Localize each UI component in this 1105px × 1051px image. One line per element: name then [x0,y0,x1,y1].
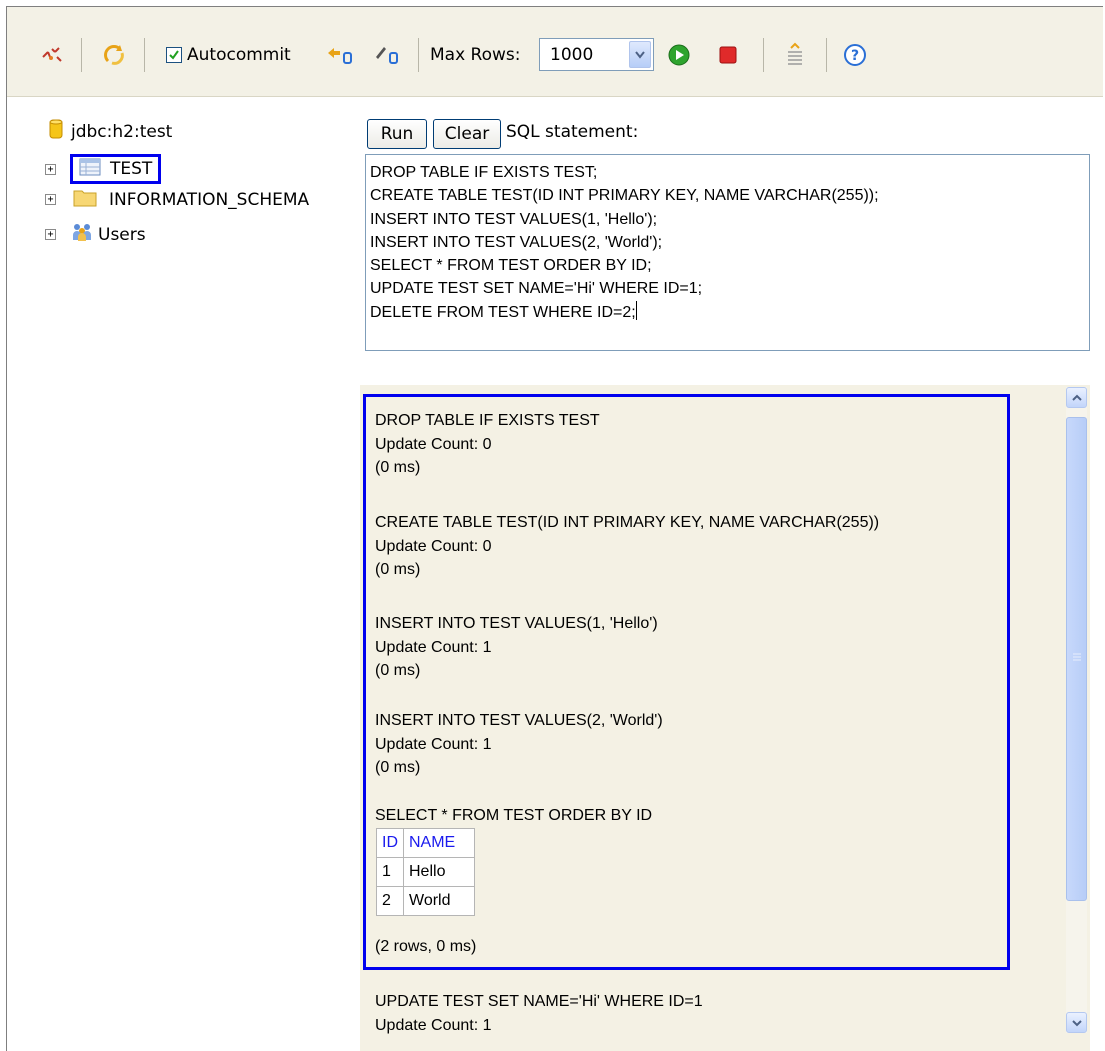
result-statement: INSERT INTO TEST VALUES(1, 'Hello') [375,615,658,632]
sql-line: CREATE TABLE TEST(ID INT PRIMARY KEY, NA… [370,187,879,205]
table-row: 2 World [376,886,475,916]
result-block: CREATE TABLE TEST(ID INT PRIMARY KEY, NA… [375,511,879,582]
tree-item-label: Users [98,224,146,245]
sql-line: UPDATE TEST SET NAME='Hi' WHERE ID=1; [370,280,703,298]
sql-line: SELECT * FROM TEST ORDER BY ID; [370,257,652,275]
tree-item-information-schema[interactable]: + INFORMATION_SCHEMA [45,187,309,212]
scroll-thumb[interactable] [1066,417,1087,901]
result-count: Update Count: 0 [375,537,492,555]
table-icon [79,158,101,181]
chevron-down-icon[interactable] [629,41,651,68]
svg-text:?: ? [851,48,859,64]
clear-button[interactable]: Clear [433,119,501,149]
help-icon[interactable]: ? [843,43,867,67]
commit-icon[interactable] [372,43,402,67]
autocommit-toggle[interactable]: Autocommit [166,43,291,67]
toolbar-separator [763,38,764,72]
text-caret [635,300,637,320]
column-header[interactable]: NAME [403,828,475,858]
sql-line: DROP TABLE IF EXISTS TEST; [370,164,598,181]
tree-connection[interactable]: jdbc:h2:test [49,118,172,145]
column-header[interactable]: ID [376,828,404,858]
table-cell: 1 [376,857,404,887]
result-count: Update Count: 1 [375,638,492,656]
max-rows-label: Max Rows: [430,43,521,67]
toolbar-separator [418,38,419,72]
sql-editor[interactable]: DROP TABLE IF EXISTS TEST; CREATE TABLE T… [365,154,1090,351]
tree-item-label: INFORMATION_SCHEMA [109,189,310,210]
table-row: 1 Hello [376,857,475,887]
select-statement: SELECT * FROM TEST ORDER BY ID [375,807,653,824]
table-cell: 2 [376,886,404,916]
tree-item-test[interactable]: + TEST [45,154,162,184]
result-block: UPDATE TEST SET NAME='Hi' WHERE ID=1 Upda… [375,990,703,1037]
result-block: DROP TABLE IF EXISTS TEST Update Count: 0… [375,409,600,480]
tree-item-users[interactable]: + Users [45,222,146,247]
result-statement: INSERT INTO TEST VALUES(2, 'World') [375,712,663,729]
result-time: (0 ms) [375,459,421,476]
connection-label: jdbc:h2:test [71,121,173,142]
result-count: Update Count: 1 [375,735,492,753]
expand-icon[interactable]: + [45,194,56,205]
result-time: (0 ms) [375,561,421,578]
scroll-down-icon[interactable] [1066,1012,1087,1033]
tree-item-test-highlight: TEST [70,154,162,184]
auto-complete-icon[interactable] [784,42,806,67]
expand-icon[interactable]: + [45,163,56,175]
folder-icon [73,187,97,212]
result-scrollbar[interactable] [1066,387,1087,1033]
autocommit-label: Autocommit [187,45,291,65]
select-summary: (2 rows, 0 ms) [375,938,477,955]
max-rows-text: Max Rows: [430,45,521,65]
table-header-row: ID NAME [376,828,475,858]
table-cell: Hello [403,857,475,887]
result-time: (0 ms) [375,662,421,679]
result-table: ID NAME 1 Hello 2 World [376,828,475,916]
run-button[interactable]: Run [367,119,427,149]
toolbar-separator [826,38,827,72]
database-icon [49,118,63,145]
rollback-icon[interactable] [324,43,354,67]
sql-line: INSERT INTO TEST VALUES(2, 'World'); [370,233,663,251]
result-block: INSERT INTO TEST VALUES(2, 'World') Updat… [375,709,663,780]
result-block: INSERT INTO TEST VALUES(1, 'Hello') Updat… [375,612,658,683]
result-count: Update Count: 1 [375,1016,492,1034]
scroll-up-icon[interactable] [1066,387,1087,408]
disconnect-icon[interactable] [40,43,64,67]
users-icon [71,222,93,247]
result-count: Update Count: 0 [375,435,492,453]
toolbar-separator [81,38,82,72]
tree-item-label: TEST [110,159,153,179]
result-time: (0 ms) [375,759,421,776]
max-rows-select[interactable]: 1000 [539,38,654,71]
table-cell: World [403,886,475,916]
run-icon[interactable] [667,43,691,67]
sql-statement-label: SQL statement: [506,122,639,142]
toolbar-separator [144,38,145,72]
sql-line: INSERT INTO TEST VALUES(1, 'Hello'); [370,210,658,228]
result-statement: UPDATE TEST SET NAME='Hi' WHERE ID=1 [375,993,703,1010]
refresh-icon[interactable] [102,43,128,67]
result-statement: DROP TABLE IF EXISTS TEST [375,412,600,429]
autocommit-checkbox[interactable] [166,47,182,63]
sql-line: DELETE FROM TEST WHERE ID=2; [370,303,636,321]
result-statement: CREATE TABLE TEST(ID INT PRIMARY KEY, NA… [375,514,880,531]
max-rows-value: 1000 [550,44,594,65]
stop-icon[interactable] [717,43,739,67]
expand-icon[interactable]: + [45,229,56,240]
